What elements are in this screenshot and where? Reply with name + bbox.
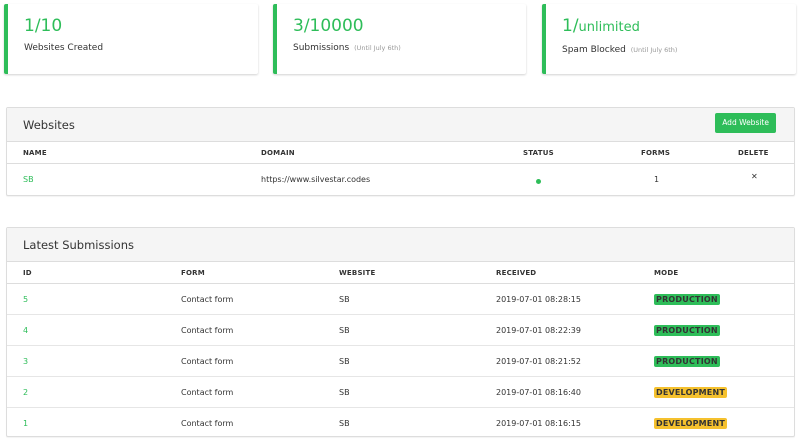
websites-title: Websites [23,117,75,132]
table-row: SB https://www.silvestar.codes 1 ✕ [7,164,794,195]
stat-label: Spam Blocked (Until July 6th) [562,45,678,55]
submission-id-link[interactable]: 1 [23,419,28,428]
submissions-table-header: ID FORM WEBSITE RECEIVED MODE [7,262,794,284]
column-header-form: FORM [181,269,205,277]
submissions-panel-header: Latest Submissions [7,228,794,262]
stat-note: (Until July 6th) [354,44,401,52]
submission-received: 2019-07-01 08:16:15 [496,419,581,428]
mode-badge: PRODUCTION [654,356,720,367]
table-row: 4 Contact form SB 2019-07-01 08:22:39 PR… [7,315,794,346]
submission-form: Contact form [181,419,234,428]
stat-value: 3/10000 [293,16,364,36]
column-header-delete: DELETE [738,149,769,157]
mode-badge: DEVELOPMENT [654,387,728,398]
submission-website: SB [339,419,350,428]
table-row: 2 Contact form SB 2019-07-01 08:16:40 DE… [7,377,794,408]
websites-panel-header: Websites Add Website [7,108,794,142]
submission-received: 2019-07-01 08:22:39 [496,326,581,335]
column-header-website: WEBSITE [339,269,376,277]
submission-form: Contact form [181,295,234,304]
website-domain: https://www.silvestar.codes [261,175,371,184]
website-name-link[interactable]: SB [23,175,34,184]
add-website-button[interactable]: Add Website [715,113,776,133]
submission-received: 2019-07-01 08:28:15 [496,295,581,304]
stat-card-submissions: 3/10000 Submissions (Until July 6th) [273,4,526,74]
table-row: 3 Contact form SB 2019-07-01 08:21:52 PR… [7,346,794,377]
mode-badge: DEVELOPMENT [654,418,728,429]
table-row: 5 Contact form SB 2019-07-01 08:28:15 PR… [7,284,794,315]
submission-id-link[interactable]: 3 [23,357,28,366]
delete-icon[interactable]: ✕ [751,172,758,181]
column-header-domain: DOMAIN [261,149,295,157]
table-row: 1 Contact form SB 2019-07-01 08:16:15 DE… [7,408,794,439]
mode-badge: PRODUCTION [654,294,720,305]
submission-website: SB [339,295,350,304]
status-active-icon [536,177,541,186]
column-header-name: NAME [23,149,47,157]
website-forms-count: 1 [654,175,660,184]
submission-received: 2019-07-01 08:16:40 [496,388,581,397]
column-header-received: RECEIVED [496,269,537,277]
submission-form: Contact form [181,326,234,335]
submission-website: SB [339,357,350,366]
mode-badge: PRODUCTION [654,325,720,336]
stat-label: Websites Created [24,43,104,53]
stat-note: (Until July 6th) [630,46,678,54]
submission-id-link[interactable]: 4 [23,326,28,335]
column-header-id: ID [23,269,32,277]
submission-id-link[interactable]: 5 [23,295,28,304]
submission-website: SB [339,326,350,335]
stat-value: 1/unlimited [562,16,640,36]
stat-value: 1/10 [24,16,63,36]
submission-received: 2019-07-01 08:21:52 [496,357,581,366]
submission-id-link[interactable]: 2 [23,388,28,397]
column-header-mode: MODE [654,269,679,277]
submission-form: Contact form [181,357,234,366]
column-header-forms: FORMS [641,149,671,157]
stat-card-websites: 1/10 Websites Created [4,4,258,74]
submissions-title: Latest Submissions [23,237,134,252]
websites-panel: Websites Add Website NAME DOMAIN STATUS … [6,107,795,196]
stat-label: Submissions (Until July 6th) [293,43,401,53]
submission-form: Contact form [181,388,234,397]
submission-website: SB [339,388,350,397]
column-header-status: STATUS [523,149,554,157]
websites-table-header: NAME DOMAIN STATUS FORMS DELETE [7,142,794,164]
stat-card-spam: 1/unlimited Spam Blocked (Until July 6th… [542,4,796,74]
submissions-panel: Latest Submissions ID FORM WEBSITE RECEI… [6,227,795,437]
